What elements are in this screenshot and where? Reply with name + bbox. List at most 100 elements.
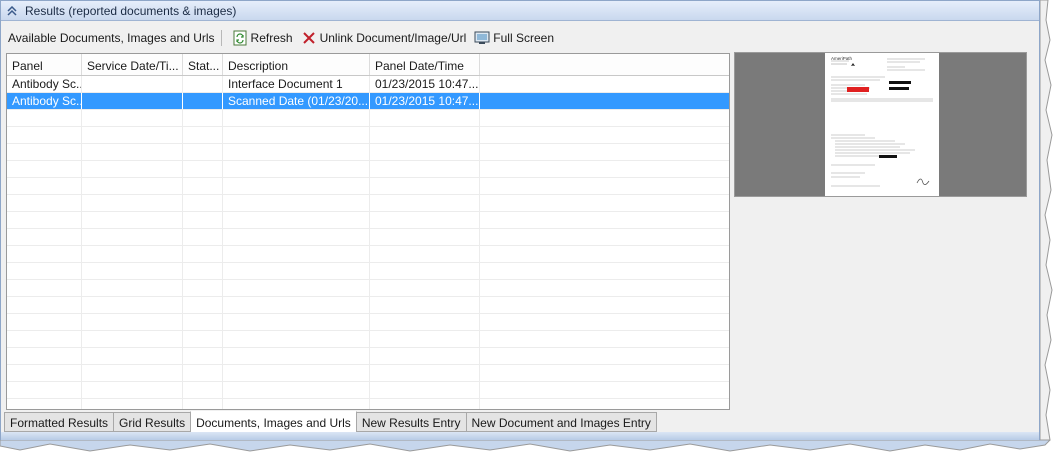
empty-cell xyxy=(480,348,729,364)
column-header-service-date[interactable]: Service Date/Ti... xyxy=(82,54,183,75)
empty-cell xyxy=(480,212,729,228)
empty-cell xyxy=(370,331,480,347)
grid-header: Panel Service Date/Ti... Stat... Descrip… xyxy=(7,54,729,76)
empty-table-row xyxy=(7,161,729,178)
empty-table-row xyxy=(7,127,729,144)
column-header-panel-date[interactable]: Panel Date/Time xyxy=(370,54,480,75)
empty-cell xyxy=(82,297,183,313)
empty-cell xyxy=(82,144,183,160)
empty-table-row xyxy=(7,297,729,314)
refresh-button[interactable]: Refresh xyxy=(228,28,297,48)
empty-cell xyxy=(82,348,183,364)
empty-cell xyxy=(7,212,82,228)
empty-cell xyxy=(370,365,480,381)
empty-cell xyxy=(82,314,183,330)
empty-table-row xyxy=(7,229,729,246)
empty-cell xyxy=(82,382,183,398)
cell-service-date xyxy=(82,93,183,109)
cell-panel-date: 01/23/2015 10:47... xyxy=(370,76,480,92)
unlink-label: Unlink Document/Image/Url xyxy=(319,31,467,45)
empty-cell xyxy=(223,144,370,160)
empty-cell xyxy=(223,110,370,126)
empty-cell xyxy=(370,348,480,364)
column-header-description[interactable]: Description xyxy=(223,54,370,75)
table-row-selected[interactable]: Antibody Sc... Scanned Date (01/23/20...… xyxy=(7,93,729,110)
empty-cell xyxy=(223,331,370,347)
panel-bottom-bar xyxy=(1,432,1039,440)
empty-cell xyxy=(7,348,82,364)
full-screen-button[interactable]: Full Screen xyxy=(470,28,558,48)
tab-bar: Formatted Results Grid Results Documents… xyxy=(4,411,657,433)
empty-cell xyxy=(370,178,480,194)
empty-cell xyxy=(183,263,223,279)
empty-cell xyxy=(183,212,223,228)
empty-cell xyxy=(223,127,370,143)
empty-cell xyxy=(82,212,183,228)
empty-table-row xyxy=(7,212,729,229)
document-preview[interactable]: AmeriPath xyxy=(734,52,1027,197)
empty-cell xyxy=(82,229,183,245)
empty-cell xyxy=(480,195,729,211)
tab-documents-images-urls[interactable]: Documents, Images and Urls xyxy=(190,411,357,433)
empty-cell xyxy=(82,110,183,126)
tab-new-results-entry[interactable]: New Results Entry xyxy=(355,412,467,432)
empty-cell xyxy=(480,280,729,296)
empty-cell xyxy=(223,365,370,381)
documents-grid[interactable]: Panel Service Date/Ti... Stat... Descrip… xyxy=(6,53,730,410)
empty-table-row xyxy=(7,178,729,195)
empty-cell xyxy=(223,382,370,398)
tab-new-document-images-entry[interactable]: New Document and Images Entry xyxy=(465,412,657,432)
empty-cell xyxy=(370,246,480,262)
empty-cell xyxy=(7,297,82,313)
empty-cell xyxy=(183,229,223,245)
empty-cell xyxy=(183,246,223,262)
empty-cell xyxy=(370,297,480,313)
empty-cell xyxy=(183,382,223,398)
cell-panel: Antibody Sc... xyxy=(7,76,82,92)
refresh-label: Refresh xyxy=(250,31,293,45)
cell-panel-date: 01/23/2015 10:47... xyxy=(370,93,480,109)
empty-cell xyxy=(183,110,223,126)
empty-cell xyxy=(82,365,183,381)
table-row[interactable]: Antibody Sc... Interface Document 1 01/2… xyxy=(7,76,729,93)
empty-cell xyxy=(223,246,370,262)
empty-cell xyxy=(7,314,82,330)
empty-cell xyxy=(370,399,480,409)
cell-status xyxy=(183,76,223,92)
empty-cell xyxy=(480,365,729,381)
empty-cell xyxy=(183,144,223,160)
torn-edge-bottom xyxy=(0,440,1051,452)
empty-cell xyxy=(7,161,82,177)
empty-cell xyxy=(480,382,729,398)
empty-cell xyxy=(7,127,82,143)
empty-cell xyxy=(480,229,729,245)
cell-filler xyxy=(480,93,729,109)
empty-cell xyxy=(183,127,223,143)
tab-grid-results[interactable]: Grid Results xyxy=(113,412,192,432)
column-header-status[interactable]: Stat... xyxy=(183,54,223,75)
empty-cell xyxy=(480,110,729,126)
panel-titlebar[interactable]: Results (reported documents & images) xyxy=(1,1,1039,21)
cell-description: Scanned Date (01/23/20... xyxy=(223,93,370,109)
cell-description: Interface Document 1 xyxy=(223,76,370,92)
cell-filler xyxy=(480,76,729,92)
torn-edge-right xyxy=(1040,0,1053,441)
empty-cell xyxy=(370,314,480,330)
empty-cell xyxy=(7,280,82,296)
empty-cell xyxy=(82,127,183,143)
empty-table-row xyxy=(7,314,729,331)
column-header-panel[interactable]: Panel xyxy=(7,54,82,75)
tab-formatted-results[interactable]: Formatted Results xyxy=(4,412,115,432)
toolbar: Available Documents, Images and Urls Ref… xyxy=(1,26,1039,50)
unlink-button[interactable]: Unlink Document/Image/Url xyxy=(297,28,471,48)
cell-service-date xyxy=(82,76,183,92)
empty-table-row xyxy=(7,382,729,399)
empty-cell xyxy=(223,348,370,364)
scanned-document-thumbnail: AmeriPath xyxy=(825,53,939,196)
empty-cell xyxy=(82,399,183,409)
empty-cell xyxy=(82,246,183,262)
empty-cell xyxy=(370,195,480,211)
empty-cell xyxy=(480,144,729,160)
cell-status xyxy=(183,93,223,109)
double-chevron-up-icon[interactable] xyxy=(5,4,19,18)
